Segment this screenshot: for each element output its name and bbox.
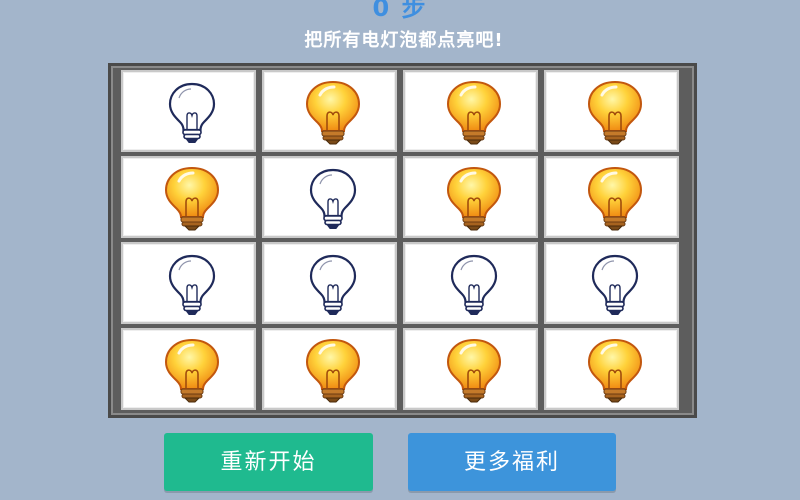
step-counter: 0 步 <box>372 0 428 22</box>
bulb-cell[interactable] <box>544 70 679 152</box>
bulb-cell[interactable] <box>262 328 397 410</box>
bulb-cell[interactable] <box>262 70 397 152</box>
bulb-cell[interactable] <box>121 156 256 238</box>
bulb-cell[interactable] <box>544 156 679 238</box>
bulb-cell[interactable] <box>262 242 397 324</box>
bulb-cell[interactable] <box>544 242 679 324</box>
bulb-cell[interactable] <box>544 328 679 410</box>
game-board <box>108 63 697 418</box>
bulb-cell[interactable] <box>403 70 538 152</box>
bulb-cell[interactable] <box>403 328 538 410</box>
bulb-cell[interactable] <box>262 156 397 238</box>
bulb-cell[interactable] <box>121 328 256 410</box>
instruction-text: 把所有电灯泡都点亮吧! <box>304 30 504 51</box>
bulb-cell[interactable] <box>403 242 538 324</box>
bulb-cell[interactable] <box>403 156 538 238</box>
bulb-cell[interactable] <box>121 70 256 152</box>
bulb-cell[interactable] <box>121 242 256 324</box>
more-benefits-button[interactable]: 更多福利 <box>408 433 616 491</box>
restart-button[interactable]: 重新开始 <box>164 433 373 491</box>
